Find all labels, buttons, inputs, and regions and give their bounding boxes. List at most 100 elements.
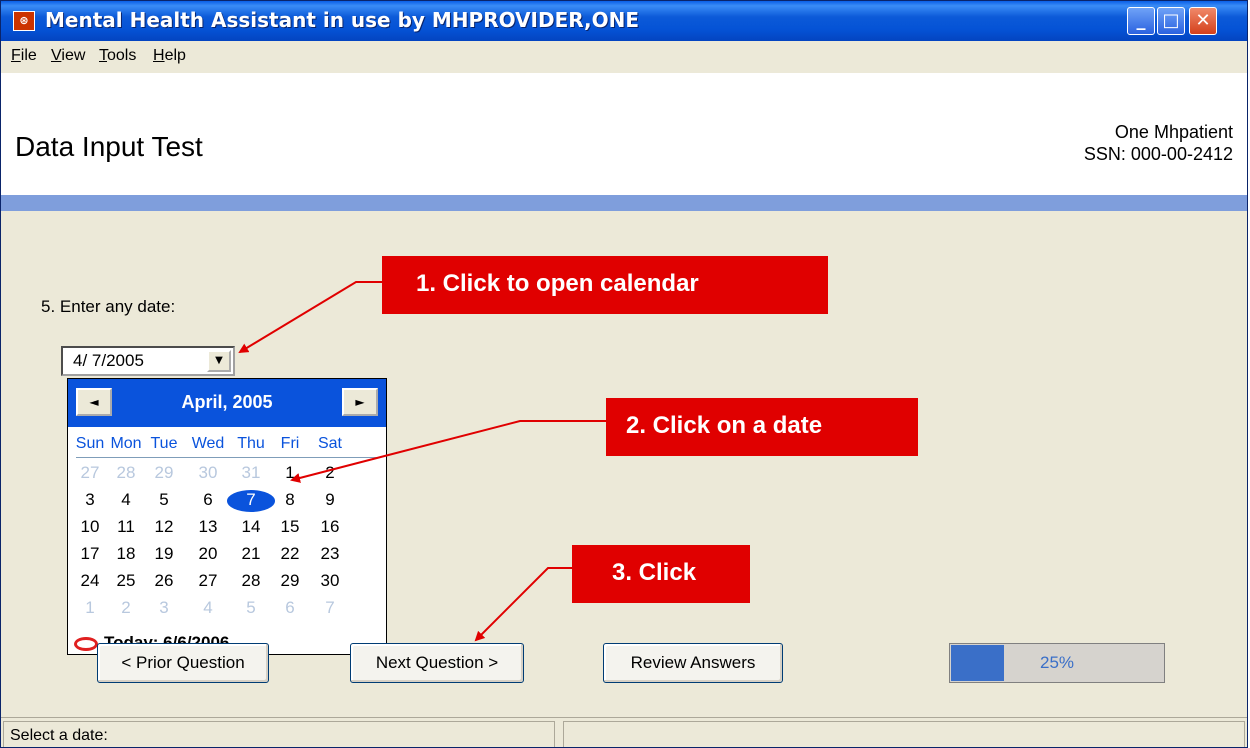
menu-file-mnemonic: F (11, 47, 21, 64)
app-window: ⊛ Mental Health Assistant in use by MHPR… (0, 0, 1248, 748)
calendar-next-month-button[interactable]: ► (342, 388, 378, 416)
title-bar[interactable]: ⊛ Mental Health Assistant in use by MHPR… (1, 1, 1247, 41)
menu-tools-rest: ools (107, 47, 137, 64)
calendar-day[interactable]: 29 (273, 571, 307, 593)
annotation-step-2: 2. Click on a date (606, 398, 918, 456)
calendar-day[interactable]: 9 (313, 490, 347, 512)
calendar-day[interactable]: 20 (191, 544, 225, 566)
calendar-day[interactable]: 13 (191, 517, 225, 539)
calendar-day[interactable]: 21 (234, 544, 268, 566)
calendar-day[interactable]: 2 (109, 598, 143, 620)
calendar-day[interactable]: 3 (147, 598, 181, 620)
calendar-weekday-sun: Sun (75, 435, 105, 452)
calendar-weekday-row: Sun Mon Tue Wed Thu Fri Sat (76, 435, 380, 458)
calendar-day[interactable]: 25 (109, 571, 143, 593)
menu-file-rest: ile (20, 47, 37, 64)
calendar-day[interactable]: 8 (273, 490, 307, 512)
calendar-weekday-thu: Thu (237, 435, 265, 452)
calendar-dropdown-button[interactable]: ▼ (207, 350, 231, 372)
calendar-day[interactable]: 1 (273, 463, 307, 485)
calendar-day-selected[interactable]: 7 (227, 490, 275, 512)
calendar-day[interactable]: 17 (73, 544, 107, 566)
progress-label: 25% (1039, 653, 1075, 672)
menu-tools[interactable]: Tools (99, 47, 136, 65)
status-text: Select a date: (10, 727, 108, 744)
calendar-day[interactable]: 29 (147, 463, 181, 485)
date-picker-field[interactable]: 4/ 7/2005 ▼ (61, 346, 235, 376)
calendar-day[interactable]: 12 (147, 517, 181, 539)
calendar-day[interactable]: 27 (73, 463, 107, 485)
next-question-button[interactable]: Next Question > (350, 643, 524, 683)
menu-file[interactable]: File (11, 47, 37, 65)
calendar-day[interactable]: 28 (234, 571, 268, 593)
menu-view[interactable]: View (51, 47, 85, 65)
calendar-day[interactable]: 4 (109, 490, 143, 512)
calendar-day[interactable]: 2 (313, 463, 347, 485)
calendar-day[interactable]: 24 (73, 571, 107, 593)
calendar-day[interactable]: 15 (273, 517, 307, 539)
annotation-step-3: 3. Click (572, 545, 750, 603)
calendar-day[interactable]: 10 (73, 517, 107, 539)
page-title: Data Input Test (15, 131, 203, 162)
close-button[interactable]: ✕ (1189, 7, 1217, 35)
calendar-day[interactable]: 27 (191, 571, 225, 593)
menu-tools-mnemonic: T (99, 47, 107, 64)
today-circle-icon (74, 637, 98, 651)
menu-help[interactable]: Help (153, 47, 186, 65)
calendar-day[interactable]: 7 (313, 598, 347, 620)
maximize-button[interactable]: □ (1157, 7, 1185, 35)
calendar-weekday-fri: Fri (280, 435, 300, 452)
patient-info: One Mhpatient SSN: 000-00-2412 (1084, 121, 1233, 165)
calendar-header: ◄ April, 2005 ► (68, 379, 386, 427)
menu-view-mnemonic: V (51, 47, 62, 64)
calendar-day[interactable]: 5 (234, 598, 268, 620)
calendar-day[interactable]: 28 (109, 463, 143, 485)
calendar-weekday-sat: Sat (317, 435, 342, 452)
patient-name: One Mhpatient (1114, 122, 1233, 142)
window-title: Mental Health Assistant in use by MHPROV… (45, 8, 640, 32)
calendar-day[interactable]: 22 (273, 544, 307, 566)
calendar-day[interactable]: 6 (273, 598, 307, 620)
review-answers-button[interactable]: Review Answers (603, 643, 783, 683)
question-label: 5. Enter any date: (41, 297, 176, 316)
header-panel: Data Input Test One Mhpatient SSN: 000-0… (1, 73, 1247, 195)
calendar-day[interactable]: 14 (234, 517, 268, 539)
calendar-day[interactable]: 4 (191, 598, 225, 620)
calendar-popup: ◄ April, 2005 ► SunMonTueWedThuFriSat To… (67, 378, 387, 655)
calendar-day[interactable]: 5 (147, 490, 181, 512)
date-value[interactable]: 4/ 7/2005 (73, 351, 144, 371)
calendar-day[interactable]: 18 (109, 544, 143, 566)
minimize-button[interactable]: _ (1127, 7, 1155, 35)
calendar-day[interactable]: 30 (191, 463, 225, 485)
calendar-day[interactable]: 3 (73, 490, 107, 512)
calendar-weekday-mon: Mon (110, 435, 142, 452)
arrow-right-icon: ► (355, 395, 365, 409)
calendar-day[interactable]: 6 (191, 490, 225, 512)
calendar-day[interactable]: 23 (313, 544, 347, 566)
calendar-day[interactable]: 11 (109, 517, 143, 539)
calendar-month-label: April, 2005 (181, 392, 273, 412)
patient-ssn: SSN: 000-00-2412 (1083, 144, 1233, 164)
menu-help-rest: elp (164, 47, 186, 64)
calendar-day[interactable]: 1 (73, 598, 107, 620)
calendar-weekday-wed: Wed (191, 435, 225, 452)
calendar-weekday-tue: Tue (150, 435, 178, 452)
menu-help-mnemonic: H (153, 47, 165, 64)
menu-bar: File View Tools Help (1, 41, 1247, 73)
menu-view-rest: iew (61, 47, 86, 64)
calendar-day[interactable]: 26 (147, 571, 181, 593)
status-bar: Select a date: (1, 717, 1247, 747)
calendar-day-label: 7 (246, 490, 256, 509)
annotation-step-1: 1. Click to open calendar (382, 256, 828, 314)
header-accent-band (1, 195, 1247, 211)
calendar-day[interactable]: 30 (313, 571, 347, 593)
status-pane-secondary (563, 721, 1245, 747)
app-icon[interactable]: ⊛ (13, 11, 35, 31)
calendar-day[interactable]: 19 (147, 544, 181, 566)
chevron-down-icon: ▼ (215, 355, 223, 366)
progress-bar: 25% (949, 643, 1165, 683)
calendar-day[interactable]: 16 (313, 517, 347, 539)
prior-question-button[interactable]: < Prior Question (97, 643, 269, 683)
calendar-day[interactable]: 31 (234, 463, 268, 485)
status-pane-main: Select a date: (3, 721, 555, 747)
